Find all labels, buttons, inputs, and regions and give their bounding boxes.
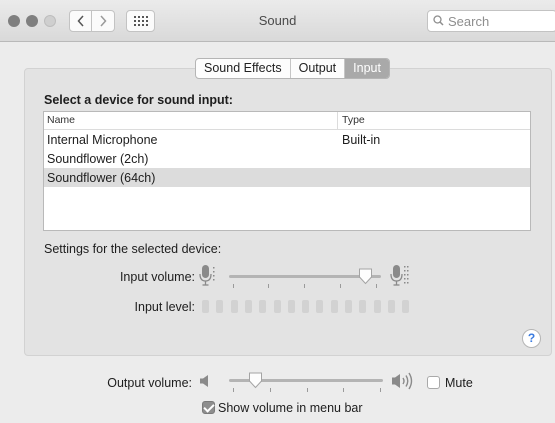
tab-input[interactable]: Input [345,59,389,78]
search-input[interactable] [427,10,555,32]
output-volume-knob[interactable] [248,372,263,389]
level-bar [359,300,367,313]
device-name: Soundflower (2ch) [47,151,149,166]
level-bar [387,300,395,313]
device-table: Name Type Internal Microphone Built-in S… [43,111,531,231]
table-row[interactable]: Soundflower (64ch) [44,168,530,187]
level-bar [373,300,381,313]
column-header-name[interactable]: Name [44,112,338,129]
level-bar [287,300,295,313]
table-row[interactable]: Internal Microphone Built-in [44,130,530,149]
level-bar [230,300,238,313]
show-volume-label[interactable]: Show volume in menu bar [218,401,363,415]
tab-sound-effects[interactable]: Sound Effects [196,59,291,78]
table-header: Name Type [44,112,530,130]
title-bar: Sound [0,0,555,42]
microphone-high-icon [390,265,409,286]
level-bar [202,300,209,313]
input-volume-knob[interactable] [358,268,373,285]
level-bar [259,300,267,313]
level-bar [302,300,310,313]
help-button[interactable]: ? [522,329,541,348]
tab-output[interactable]: Output [291,59,346,78]
show-volume-checkbox[interactable] [202,401,215,414]
output-volume-label: Output volume: [107,376,192,390]
microphone-low-icon [199,265,215,286]
speaker-low-icon [200,375,208,387]
level-bar [273,300,281,313]
table-row[interactable]: Soundflower (2ch) [44,149,530,168]
speaker-high-icon [392,372,413,390]
level-bar [216,300,224,313]
level-bar [330,300,338,313]
input-volume-label: Input volume: [119,270,195,284]
section-title: Select a device for sound input: [44,93,233,107]
search-icon [433,15,444,26]
mute-checkbox[interactable] [427,376,440,389]
column-header-type[interactable]: Type [338,112,365,129]
device-name: Soundflower (64ch) [47,170,156,185]
level-bar [345,300,352,313]
input-level-label: Input level: [134,300,195,314]
mute-label[interactable]: Mute [445,376,473,390]
pane-tabs: Sound Effects Output Input [195,58,390,79]
level-bar [244,300,252,313]
level-bar [402,300,410,313]
device-name: Internal Microphone [47,132,158,147]
device-type: Built-in [342,132,381,147]
level-bar [316,300,324,313]
settings-label: Settings for the selected device: [44,242,222,256]
